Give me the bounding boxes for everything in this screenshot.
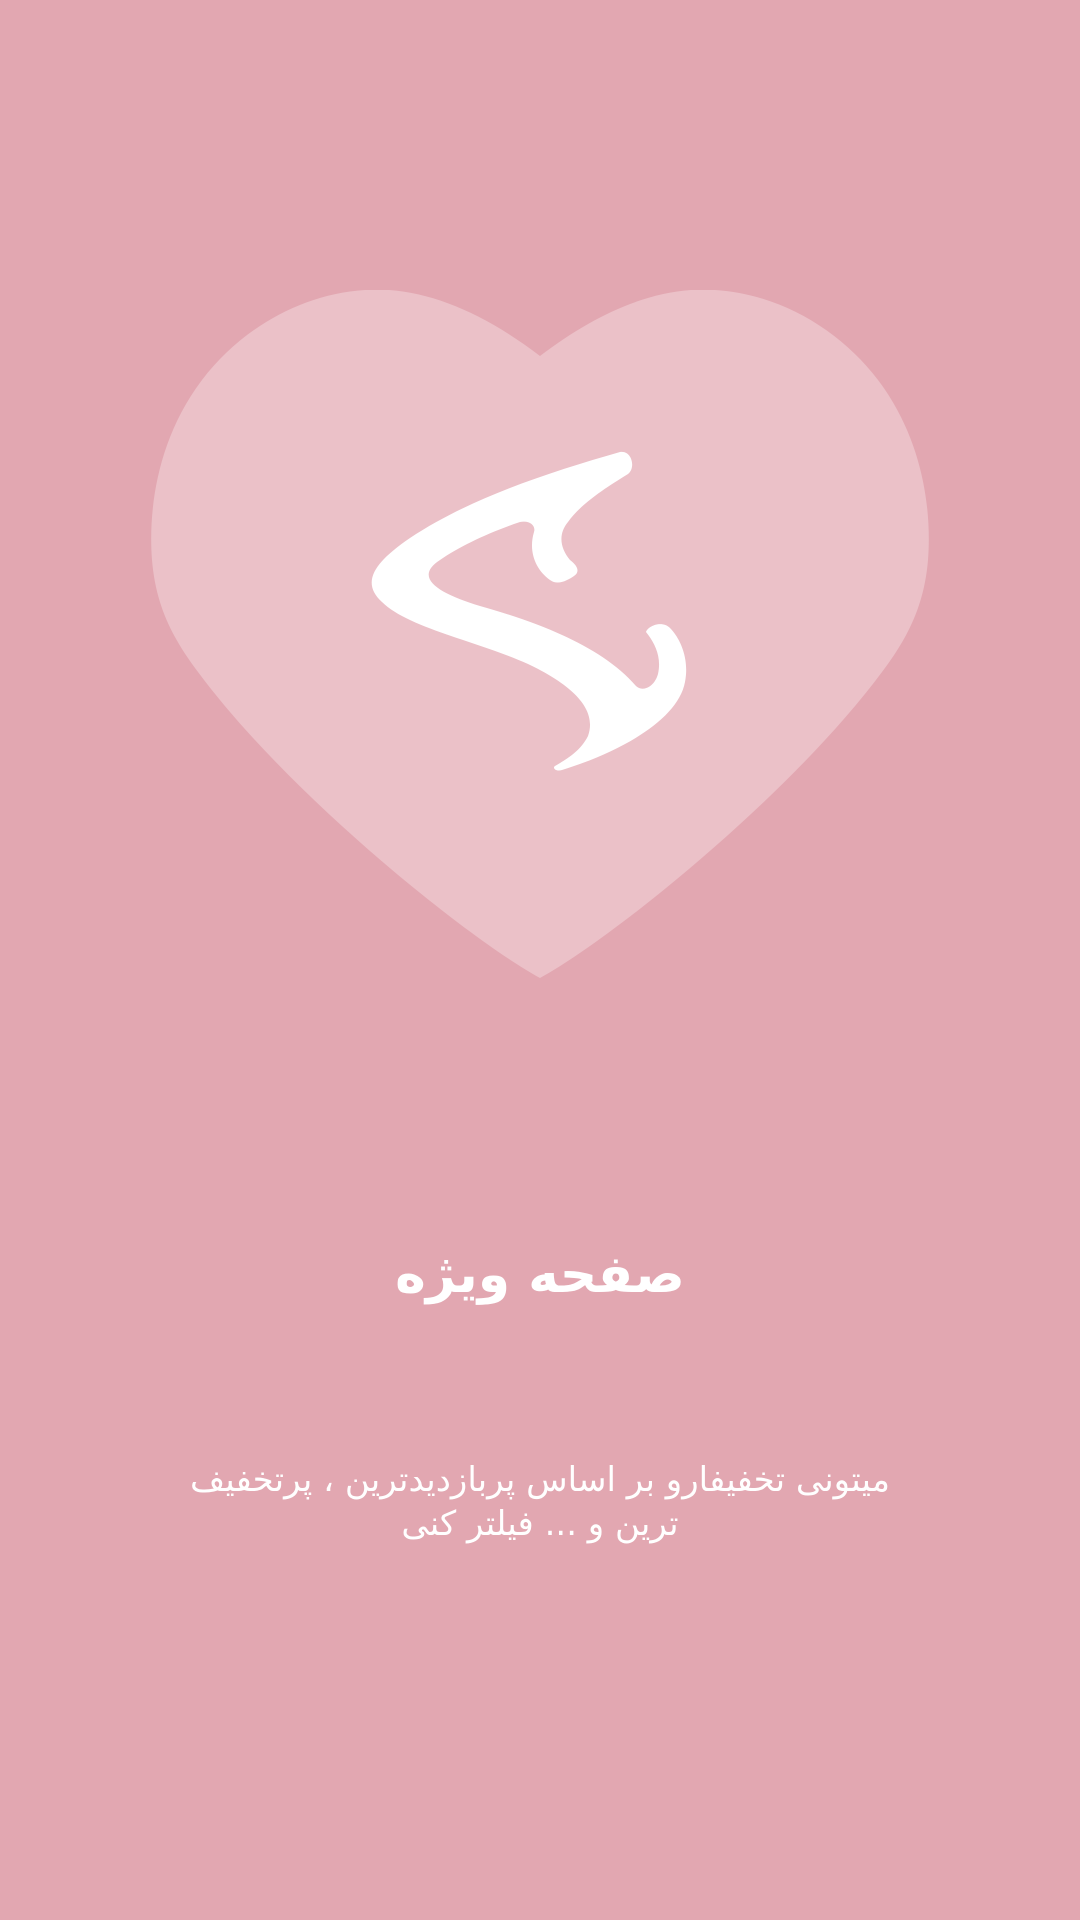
heart-illustration bbox=[150, 290, 930, 990]
onboarding-screen: صفحه ویژه میتونی تخفیفارو بر اساس پربازد… bbox=[0, 0, 1080, 1920]
onboarding-title: صفحه ویژه bbox=[395, 1245, 685, 1305]
onboarding-description: میتونی تخفیفارو بر اساس پربازدیدترین ، پ… bbox=[190, 1460, 890, 1544]
